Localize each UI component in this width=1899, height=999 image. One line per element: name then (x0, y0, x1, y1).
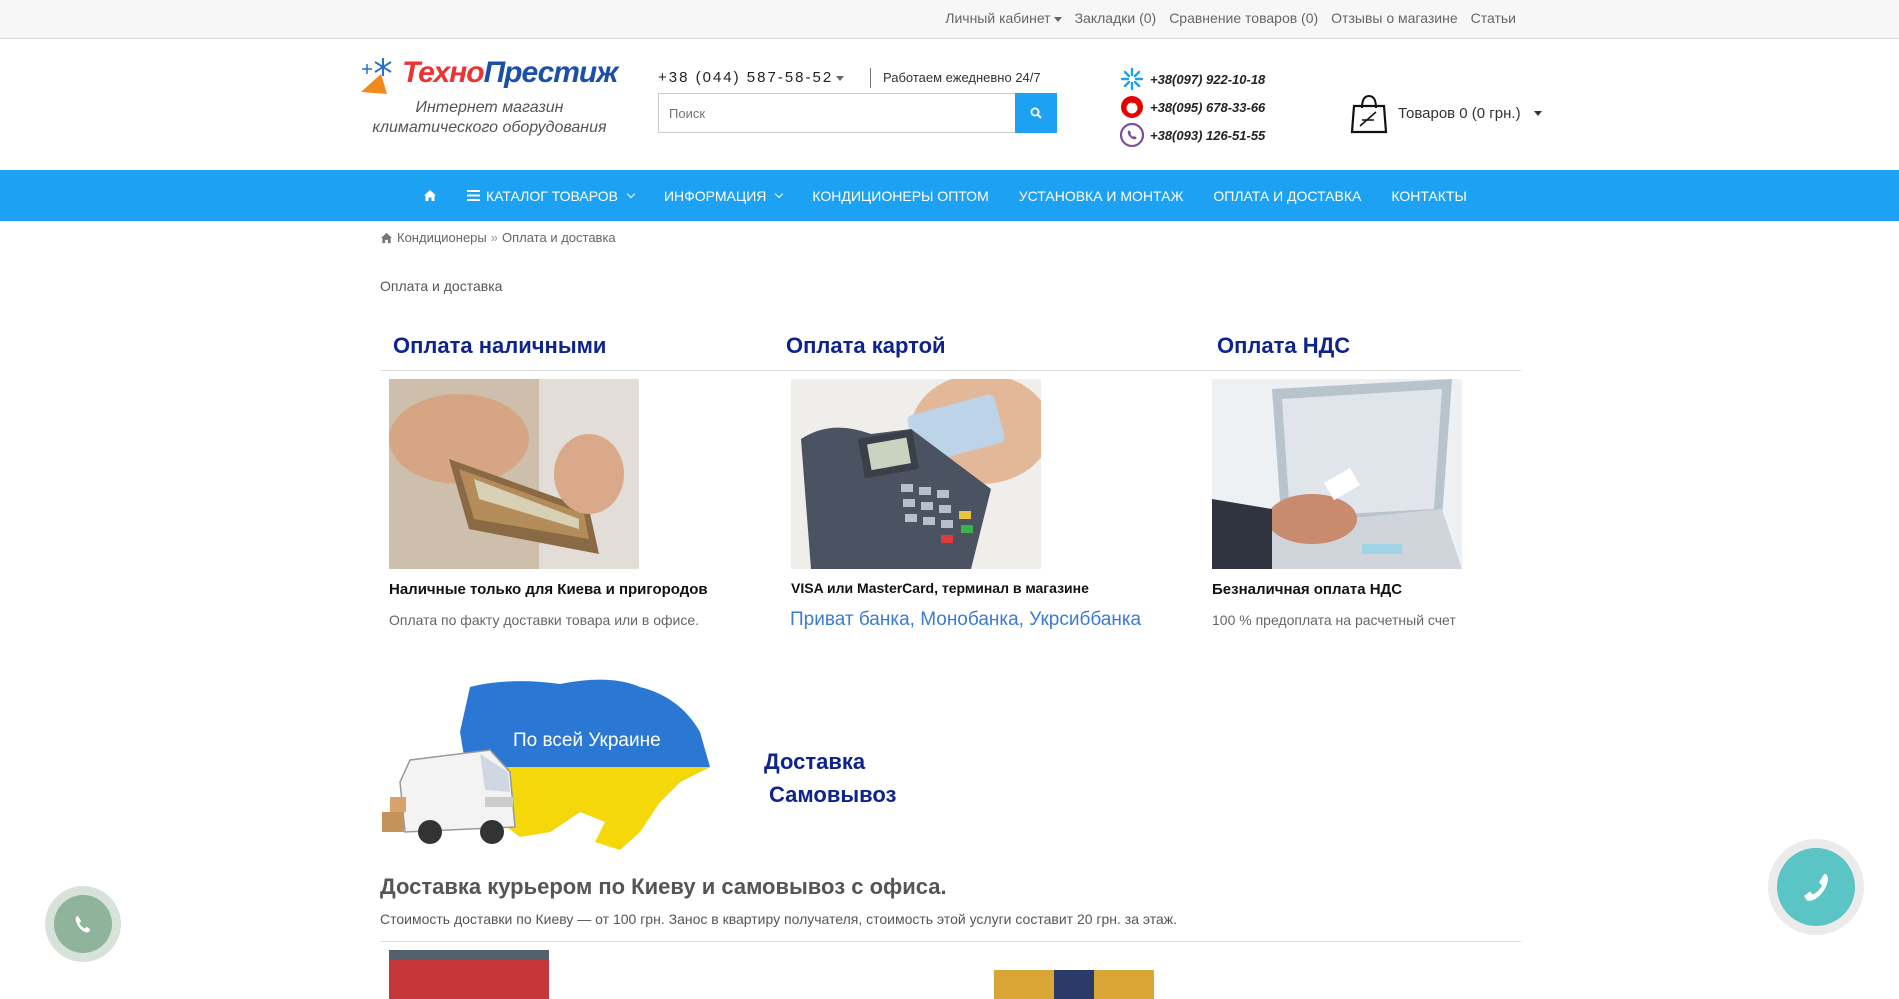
logo[interactable]: ТехноПрестиж (357, 50, 622, 95)
cash-wallet-image (389, 379, 639, 569)
phone-icon (75, 915, 91, 933)
ukraine-delivery-map: По всей Украине (380, 672, 718, 864)
nav-payment[interactable]: Оплата и доставка (1198, 188, 1376, 204)
compare-link[interactable]: Сравнение товаров (0) (1169, 10, 1318, 26)
payment-cash-subtitle: Наличные только для Киева и пригородов (389, 581, 708, 598)
header: ТехноПрестиж Интернет магазин климатичес… (0, 40, 1899, 170)
phone-vodafone[interactable]: +38(095) 678-33-66 (1120, 93, 1265, 121)
main-nav: Каталог товаров Информация Кондиционеры … (0, 170, 1899, 221)
logo-text: ТехноПрестиж (402, 56, 618, 89)
map-label: По всей Украине (513, 730, 661, 751)
nav-wholesale[interactable]: Кондиционеры оптом (797, 188, 1003, 204)
payment-card-subtitle: VISA или MasterCard, терминал в магазине (791, 580, 1089, 596)
shopping-bag-icon (1350, 94, 1388, 134)
page-title: Оплата и доставка (380, 278, 503, 294)
home-icon (424, 190, 436, 201)
phone-viber[interactable]: +38(093) 126-51-55 (1120, 121, 1265, 149)
nav-catalog[interactable]: Каталог товаров (452, 188, 649, 204)
breadcrumb-current[interactable]: Оплата и доставка (502, 230, 616, 245)
search-box (658, 93, 1057, 133)
nav-info[interactable]: Информация (649, 188, 797, 204)
snowflake-logo-icon (361, 58, 392, 94)
payment-vat-title: Оплата НДС (1217, 333, 1351, 358)
reviews-link[interactable]: Отзывы о магазине (1331, 10, 1457, 26)
search-input[interactable] (659, 94, 1015, 132)
work-hours: Работаем ежедневно 24/7 (870, 68, 1041, 88)
card-terminal-image (791, 379, 1041, 569)
search-button[interactable] (1015, 93, 1057, 133)
delivery-bus-image (994, 970, 1154, 999)
phone-icon (1804, 873, 1828, 901)
main-phone[interactable]: +38 (044) 587-58-52 (658, 69, 845, 86)
delivery-heading: Доставка курьером по Киеву и самовывоз с… (380, 874, 947, 899)
cart-button[interactable]: Товаров 0 (0 грн.) (1350, 92, 1542, 134)
articles-link[interactable]: Статьи (1471, 10, 1516, 26)
delivery-text: Стоимость доставки по Киеву — от 100 грн… (380, 911, 1178, 927)
delivery-title: Доставка (764, 749, 866, 774)
breadcrumb-home[interactable]: Кондиционеры (397, 230, 487, 245)
payment-cash-title: Оплата наличными (393, 333, 607, 358)
divider (380, 370, 1521, 371)
payment-card-banks: Приват банка, Монобанка, Укрсиббанка (790, 609, 1142, 630)
payment-cash-desc: Оплата по факту доставки товара или в оф… (389, 612, 700, 628)
divider (380, 941, 1521, 942)
callback-button[interactable] (45, 886, 121, 962)
nav-install[interactable]: Установка и монтаж (1004, 188, 1199, 204)
chevron-down-icon (775, 189, 784, 198)
top-bar: Личный кабинет Закладки (0) Сравнение то… (0, 0, 1899, 39)
bookmarks-link[interactable]: Закладки (0) (1075, 10, 1157, 26)
chevron-down-icon (836, 75, 845, 81)
vat-laptop-image (1212, 379, 1462, 569)
account-link[interactable]: Личный кабинет (945, 10, 1062, 26)
payment-vat-desc: 100 % предоплата на расчетный счет (1212, 612, 1456, 628)
breadcrumb-separator: » (490, 230, 498, 245)
breadcrumb: Кондиционеры » Оплата и доставка (380, 230, 616, 245)
phone-kyivstar[interactable]: +38(097) 922-10-18 (1120, 65, 1265, 93)
chevron-down-icon (1533, 110, 1542, 116)
tagline: Интернет магазин климатического оборудов… (372, 99, 607, 136)
top-links: Личный кабинет Закладки (0) Сравнение то… (945, 10, 1516, 26)
viber-icon (1120, 123, 1144, 147)
pickup-title: Самовывоз (769, 782, 897, 807)
call-button[interactable] (1768, 839, 1864, 935)
nav-home[interactable] (408, 189, 452, 202)
phone-list: +38(097) 922-10-18 +38(095) 678-33-66 +3… (1120, 65, 1265, 149)
home-icon (380, 232, 393, 243)
delivery-truck-image (389, 950, 549, 999)
chevron-down-icon (626, 189, 636, 198)
nav-contacts[interactable]: Контакты (1376, 188, 1482, 204)
menu-icon (467, 190, 480, 201)
kyivstar-icon (1120, 67, 1144, 91)
vodafone-icon (1120, 95, 1144, 119)
search-icon (1030, 107, 1042, 119)
chevron-down-icon (1053, 16, 1062, 22)
payment-card-title: Оплата картой (786, 333, 946, 358)
payment-vat-subtitle: Безналичная оплата НДС (1212, 581, 1403, 598)
